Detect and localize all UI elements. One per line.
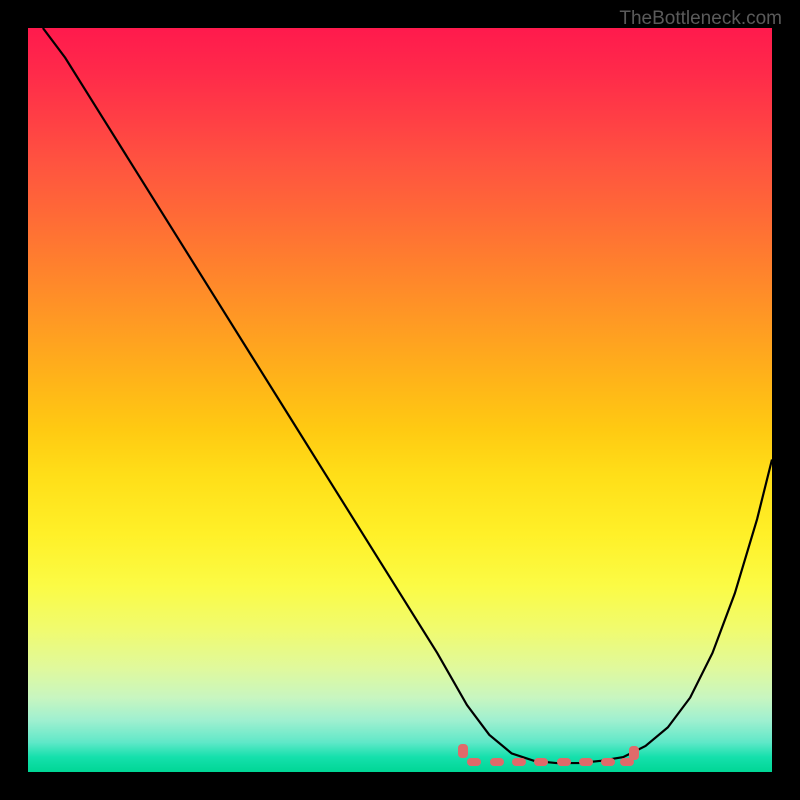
marker-dot <box>601 758 615 766</box>
marker-dot <box>490 758 504 766</box>
flat-region-markers <box>28 28 772 772</box>
marker-dot <box>512 758 526 766</box>
watermark-text: TheBottleneck.com <box>619 8 782 30</box>
marker-dot <box>629 746 639 760</box>
marker-dot <box>467 758 481 766</box>
plot-area <box>28 28 772 772</box>
marker-dot <box>579 758 593 766</box>
marker-dot <box>557 758 571 766</box>
marker-dot <box>458 744 468 758</box>
marker-dot <box>534 758 548 766</box>
